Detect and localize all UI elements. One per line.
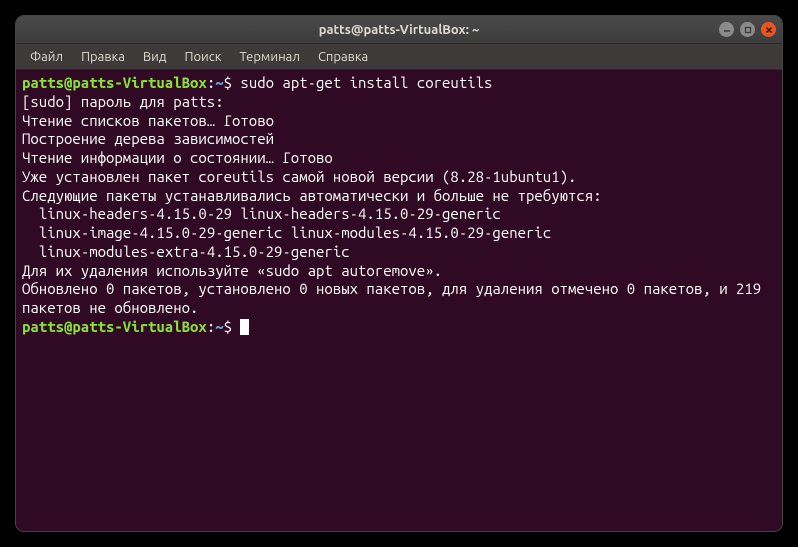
output-line: Уже установлен пакет coreutils самой нов… xyxy=(22,168,776,187)
minimize-button[interactable] xyxy=(719,22,734,37)
maximize-button[interactable] xyxy=(740,22,755,37)
terminal-body[interactable]: patts@patts-VirtualBox:~$ sudo apt-get i… xyxy=(16,70,782,531)
output-line: Следующие пакеты устанавливались автомат… xyxy=(22,187,776,206)
minimize-icon xyxy=(723,26,731,34)
output-line: Обновлено 0 пакетов, установлено 0 новых… xyxy=(22,280,776,318)
prompt-user-host: patts@patts-VirtualBox xyxy=(22,74,207,91)
menu-search[interactable]: Поиск xyxy=(176,47,229,67)
close-icon xyxy=(765,26,773,34)
menubar: Файл Правка Вид Поиск Терминал Справка xyxy=(16,44,782,70)
prompt-colon: : xyxy=(207,74,215,91)
output-line: Построение дерева зависимостей xyxy=(22,130,776,149)
terminal-window: patts@patts-VirtualBox: ~ Файл Правка Ви… xyxy=(16,16,782,531)
output-line: linux-modules-extra-4.15.0-29-generic xyxy=(22,243,776,262)
output-line: Для их удаления используйте «sudo apt au… xyxy=(22,262,776,281)
prompt-dollar: $ xyxy=(224,318,232,335)
menu-edit[interactable]: Правка xyxy=(73,47,133,67)
maximize-icon xyxy=(744,26,752,34)
prompt-path: ~ xyxy=(215,74,223,91)
prompt-user-host: patts@patts-VirtualBox xyxy=(22,318,207,335)
command-text: sudo apt-get install coreutils xyxy=(232,74,492,91)
titlebar: patts@patts-VirtualBox: ~ xyxy=(16,16,782,44)
close-button[interactable] xyxy=(761,22,776,37)
output-line: linux-headers-4.15.0-29 linux-headers-4.… xyxy=(22,205,776,224)
cursor xyxy=(240,319,249,335)
command-text-2 xyxy=(232,318,240,335)
window-title: patts@patts-VirtualBox: ~ xyxy=(319,23,480,37)
output-line: Чтение списков пакетов… Готово xyxy=(22,112,776,131)
window-controls xyxy=(719,22,776,37)
menu-file[interactable]: Файл xyxy=(22,47,71,67)
output-line: [sudo] пароль для patts: xyxy=(22,93,776,112)
prompt-line-1: patts@patts-VirtualBox:~$ sudo apt-get i… xyxy=(22,74,776,93)
output-line: Чтение информации о состоянии… Готово xyxy=(22,149,776,168)
output-line: linux-image-4.15.0-29-generic linux-modu… xyxy=(22,224,776,243)
menu-view[interactable]: Вид xyxy=(135,47,175,67)
menu-terminal[interactable]: Терминал xyxy=(231,47,307,67)
prompt-path: ~ xyxy=(215,318,223,335)
menu-help[interactable]: Справка xyxy=(310,47,376,67)
prompt-line-2: patts@patts-VirtualBox:~$ xyxy=(22,318,776,337)
prompt-colon: : xyxy=(207,318,215,335)
prompt-dollar: $ xyxy=(224,74,232,91)
